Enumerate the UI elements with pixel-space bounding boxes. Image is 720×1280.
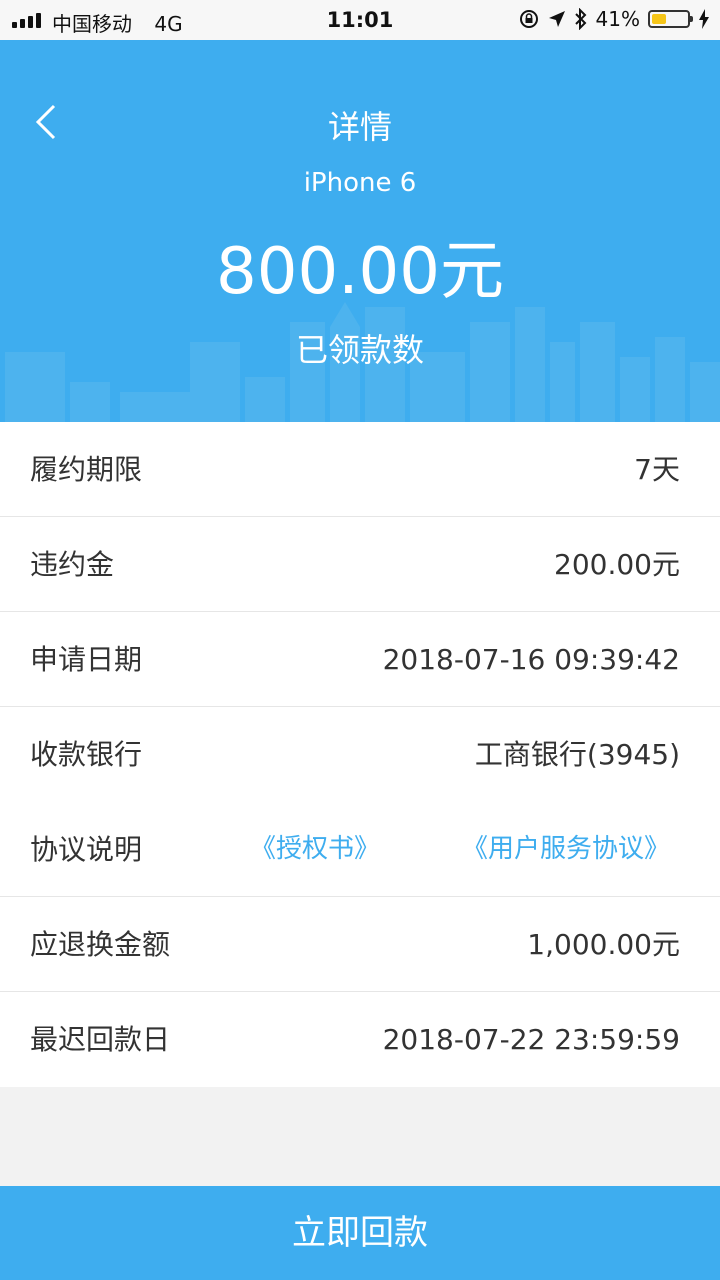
status-bar: 中国移动 4G 11:01 41% xyxy=(0,0,720,40)
lock-rotation-icon xyxy=(519,10,538,28)
row-label: 应退换金额 xyxy=(30,928,171,961)
row-label: 协议说明 xyxy=(30,833,143,866)
authorization-link[interactable]: 《授权书》 xyxy=(250,802,380,897)
row-value: 200.00元 xyxy=(554,548,680,581)
row-term: 履约期限 7天 xyxy=(0,422,720,517)
row-label: 违约金 xyxy=(30,548,115,581)
row-label: 申请日期 xyxy=(30,643,143,676)
received-amount: 800.00元 xyxy=(216,235,504,309)
row-value: 工商银行(3945) xyxy=(474,738,680,771)
detail-list: 履约期限 7天 违约金 200.00元 申请日期 2018-07-16 09:3… xyxy=(0,422,720,1087)
row-agreement: 协议说明 《授权书》 《用户服务协议》 xyxy=(0,802,720,897)
detail-header: 详情 iPhone 6 800.00元 已领款数 xyxy=(0,40,720,422)
row-value: 2018-07-22 23:59:59 xyxy=(382,1023,680,1056)
row-label: 最迟回款日 xyxy=(30,1023,171,1056)
user-agreement-link[interactable]: 《用户服务协议》 xyxy=(462,802,670,897)
row-apply-date: 申请日期 2018-07-16 09:39:42 xyxy=(0,612,720,707)
battery-fill xyxy=(652,14,666,24)
bluetooth-icon xyxy=(574,8,586,30)
row-refund-amount: 应退换金额 1,000.00元 xyxy=(0,897,720,992)
status-right: 41% xyxy=(518,7,710,31)
battery-icon xyxy=(648,10,693,28)
row-label: 收款银行 xyxy=(30,738,143,771)
row-value: 2018-07-16 09:39:42 xyxy=(382,643,680,676)
product-name: iPhone 6 xyxy=(303,168,417,198)
row-penalty: 违约金 200.00元 xyxy=(0,517,720,612)
page-title: 详情 xyxy=(327,108,392,146)
location-arrow-icon xyxy=(548,11,565,27)
row-bank: 收款银行 工商银行(3945) xyxy=(0,707,720,802)
received-amount-label: 已领款数 xyxy=(295,331,424,369)
repay-now-button[interactable]: 立即回款 xyxy=(0,1186,720,1280)
charging-icon xyxy=(699,9,709,29)
row-value: 1,000.00元 xyxy=(527,928,680,961)
row-label: 履约期限 xyxy=(30,453,143,486)
battery-percent: 41% xyxy=(595,7,640,31)
row-due-date: 最迟回款日 2018-07-22 23:59:59 xyxy=(0,992,720,1087)
row-value: 7天 xyxy=(634,453,680,486)
